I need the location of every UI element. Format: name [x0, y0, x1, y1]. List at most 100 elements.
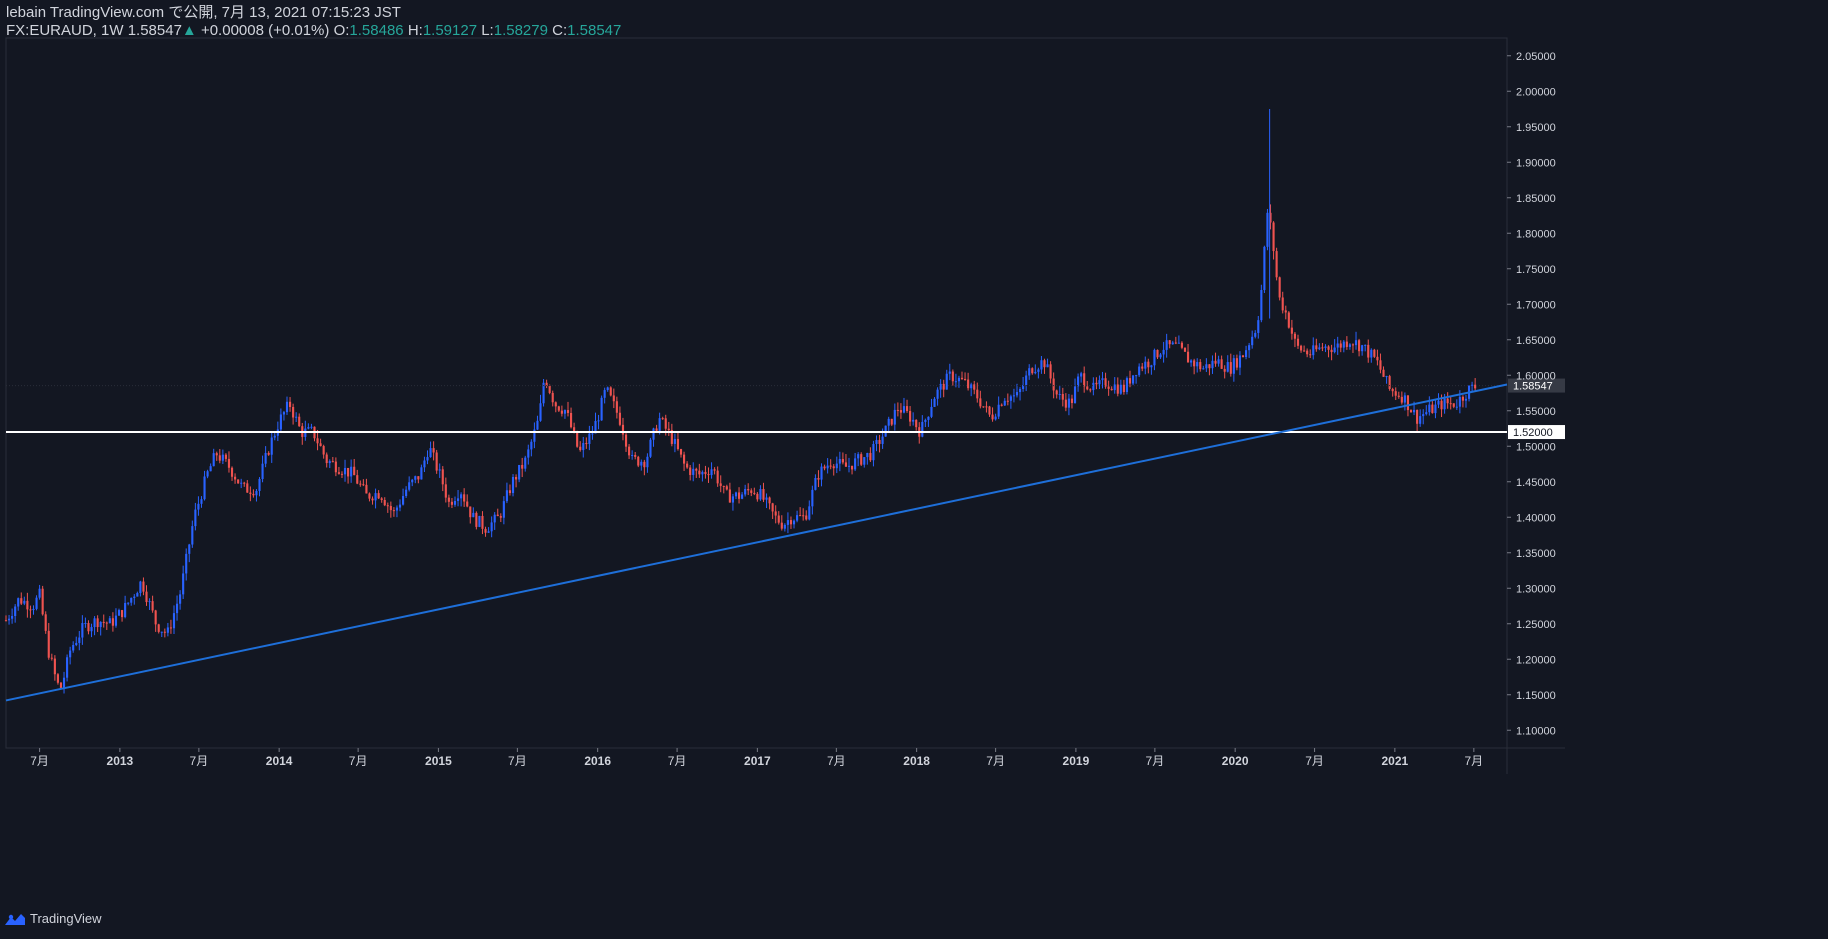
footer-brand[interactable]: TradingView — [4, 911, 102, 926]
candle-body — [579, 446, 582, 451]
price-change: +0.00008 (+0.01%) — [200, 22, 330, 39]
candle-body — [1443, 398, 1446, 410]
candle-body — [1229, 362, 1232, 374]
candle-body — [114, 615, 118, 626]
candle-body — [1254, 332, 1257, 337]
x-tick-label: 7月 — [508, 754, 527, 768]
candle-body — [1272, 222, 1275, 252]
candle-body — [1397, 395, 1400, 397]
candle-body — [524, 457, 527, 469]
candle-body — [1064, 399, 1067, 408]
candle-body — [585, 443, 588, 445]
candle-body — [1321, 347, 1324, 349]
candle-body — [108, 618, 111, 624]
candle-body — [527, 449, 530, 458]
candle-body — [487, 531, 490, 533]
candle-body — [145, 591, 148, 603]
candle-body — [768, 497, 771, 504]
candle-body — [530, 441, 533, 450]
candle-body — [582, 443, 585, 451]
candle-body — [7, 618, 11, 621]
candle-body — [554, 402, 557, 407]
candle-body — [374, 493, 377, 501]
candle-body — [536, 420, 539, 430]
candle-body — [120, 610, 124, 618]
candle-body — [887, 418, 890, 426]
candle-body — [655, 428, 658, 431]
candle-body — [1183, 347, 1187, 352]
candle-body — [44, 614, 47, 631]
candle-body — [1275, 251, 1278, 278]
candle-body — [1138, 366, 1141, 376]
brand-name: TradingView — [30, 911, 102, 926]
candle-body — [1205, 364, 1208, 369]
drawing-overlays: 1.52000 1.58547 — [5, 378, 1565, 702]
candle-body — [857, 454, 860, 459]
candle-body — [405, 489, 408, 497]
candle-body — [1440, 400, 1443, 410]
candle-body — [1400, 396, 1403, 403]
candle-body — [447, 497, 450, 502]
candle-body — [786, 520, 789, 525]
y-tick-label: 1.25000 — [1516, 619, 1556, 631]
candle-body — [658, 418, 661, 431]
candle-body — [731, 496, 735, 503]
candle-body — [1089, 389, 1092, 391]
candle-body — [1168, 340, 1171, 345]
candle-body — [682, 454, 686, 464]
candle-body — [618, 412, 621, 425]
chart-header: lebain TradingView.com で公開, 7月 13, 2021 … — [6, 4, 621, 40]
y-tick-label: 1.55000 — [1516, 406, 1556, 418]
candle-body — [334, 461, 337, 473]
candle-body — [1464, 398, 1468, 401]
candle-body — [673, 438, 676, 444]
x-tick-label: 7月 — [1305, 754, 1324, 768]
candle-body — [960, 377, 964, 380]
candle-body — [218, 455, 221, 461]
candle-body — [1471, 384, 1474, 386]
candle-body — [664, 418, 667, 429]
candle-body — [1171, 342, 1174, 345]
price-chart[interactable]: 1.52000 1.58547 2.05000 2.00000 1.95000 1.90… — [0, 0, 1828, 939]
candle-body — [716, 470, 719, 484]
symbol-interval[interactable]: FX:EURAUD, 1W — [6, 22, 124, 39]
candle-body — [792, 520, 796, 525]
candle-body — [1055, 390, 1058, 395]
candle-body — [643, 461, 646, 468]
candle-body — [832, 466, 835, 469]
candle-body — [710, 469, 713, 476]
y-tick-label: 1.80000 — [1516, 228, 1556, 240]
candle-body — [1199, 362, 1202, 370]
candle-body — [414, 476, 417, 480]
candle-body — [343, 467, 347, 475]
candle-body — [695, 468, 698, 471]
candle-body — [621, 424, 625, 435]
candle-body — [117, 610, 121, 616]
candle-body — [472, 512, 475, 518]
candle-body — [1214, 360, 1217, 364]
candle-body — [566, 410, 570, 413]
open-value: 1.58486 — [349, 22, 404, 39]
candle-body — [243, 482, 246, 484]
candle-body — [411, 479, 414, 483]
candle-body — [957, 377, 961, 382]
candle-body — [899, 410, 902, 413]
candle-body — [438, 469, 441, 471]
candle-body — [69, 650, 72, 658]
candle-body — [799, 515, 802, 517]
candle-body — [224, 454, 227, 459]
candle-body — [499, 516, 502, 518]
candle-body — [811, 489, 814, 507]
candle-body — [417, 476, 420, 480]
axes: 2.05000 2.00000 1.95000 1.90000 1.85000 1.800… — [30, 51, 1556, 768]
close-value: 1.58547 — [567, 22, 622, 39]
chart-grid — [5, 37, 1565, 774]
candle-body — [87, 623, 90, 632]
candle-body — [1376, 356, 1379, 361]
last-price-label: 1.58547 — [1513, 381, 1553, 393]
candle-body — [401, 496, 405, 505]
candle-body — [322, 446, 325, 455]
candle-body — [246, 483, 249, 493]
candle-body — [182, 573, 185, 595]
candle-body — [686, 463, 689, 468]
